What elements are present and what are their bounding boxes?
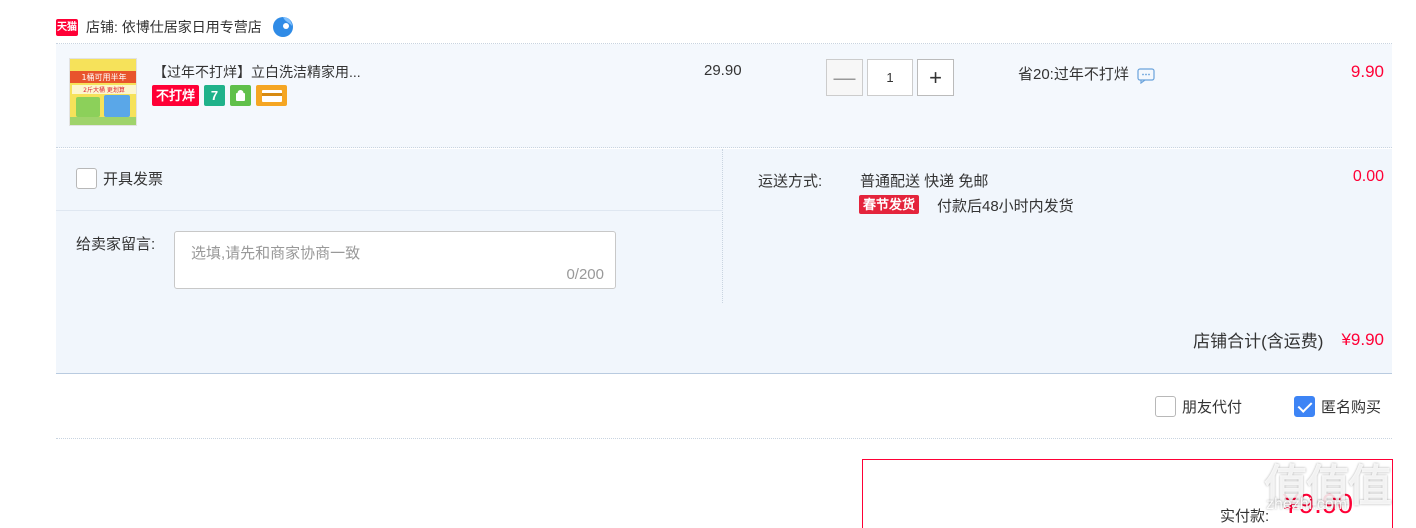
actual-payment-label: 实付款: bbox=[1220, 508, 1270, 525]
shop-header: 天猫 店铺: 依博仕居家日用专营店 bbox=[56, 12, 294, 42]
shipping-fee: 0.00 bbox=[1352, 168, 1384, 185]
shop-name-link[interactable]: 店铺: 依博仕居家日用专营店 bbox=[86, 17, 262, 37]
unit-price: 29.90 bbox=[704, 62, 742, 79]
no-closing-badge: 不打烊 bbox=[152, 85, 200, 106]
product-thumbnail[interactable]: 1桶可用半年 2斤大桶 更划算 bbox=[69, 58, 137, 126]
friend-pay-label[interactable]: 朋友代付 bbox=[1182, 396, 1242, 417]
message-label: 给卖家留言: bbox=[76, 236, 156, 253]
decrease-quantity-button[interactable]: — bbox=[826, 59, 863, 96]
shipping-label: 运送方式: bbox=[758, 173, 823, 190]
invoice-label: 开具发票 bbox=[103, 171, 164, 188]
spring-festival-shipping-badge: 春节发货 bbox=[859, 195, 920, 214]
product-title-link[interactable]: 【过年不打烊】立白洗洁精家用... bbox=[153, 62, 361, 82]
shop-total: 店铺合计(含运费) ¥9.90 bbox=[1193, 327, 1384, 352]
item-subtotal: 9.90 bbox=[1350, 62, 1384, 81]
wangwang-chat-icon[interactable] bbox=[272, 16, 294, 38]
seller-message-textarea[interactable]: 选填,请先和商家协商一致 0/200 bbox=[174, 231, 616, 289]
order-options: 开具发票 给卖家留言: 选填,请先和商家协商一致 0/200 运送方式: 普通配… bbox=[56, 149, 1392, 303]
tmall-logo: 天猫 bbox=[56, 18, 78, 36]
shop-total-value: ¥9.90 bbox=[1341, 329, 1384, 349]
options-divider bbox=[56, 210, 723, 211]
shipping-note: 付款后48小时内发货 bbox=[937, 198, 1074, 215]
site-watermark-url: zhezhi.com bbox=[1266, 496, 1347, 513]
svg-text:1桶可用半年: 1桶可用半年 bbox=[81, 72, 126, 82]
friend-pay-checkbox[interactable] bbox=[1155, 396, 1176, 417]
payment-extras: 朋友代付 匿名购买 bbox=[1155, 396, 1381, 417]
seven-day-return-icon: 7 bbox=[204, 85, 226, 106]
shipping-method: 普通配送 快递 免邮 bbox=[860, 173, 989, 190]
quantity-input[interactable]: 1 bbox=[867, 59, 913, 96]
buyer-options: 开具发票 给卖家留言: 选填,请先和商家协商一致 0/200 bbox=[56, 149, 723, 303]
invoice-checkbox[interactable] bbox=[76, 168, 97, 189]
promotion-info: 省20:过年不打烊 bbox=[1018, 62, 1155, 84]
comment-icon[interactable] bbox=[1137, 68, 1155, 84]
service-badges: 不打烊 7 bbox=[152, 85, 288, 106]
message-placeholder: 选填,请先和商家协商一致 bbox=[191, 245, 361, 262]
invoice-option[interactable]: 开具发票 bbox=[76, 168, 163, 189]
quantity-stepper: — 1 + bbox=[826, 59, 954, 96]
shop-total-bar: 店铺合计(含运费) ¥9.90 bbox=[56, 303, 1392, 374]
increase-quantity-button[interactable]: + bbox=[917, 59, 954, 96]
order-item-row: 1桶可用半年 2斤大桶 更划算 【过年不打烊】立白洗洁精家用... 不打烊 7 … bbox=[56, 44, 1392, 148]
anonymous-purchase-label[interactable]: 匿名购买 bbox=[1321, 396, 1381, 417]
promotion-text: 省20:过年不打烊 bbox=[1018, 65, 1129, 83]
svg-text:2斤大桶 更划算: 2斤大桶 更划算 bbox=[83, 86, 125, 94]
shop-total-label: 店铺合计(含运费) bbox=[1193, 332, 1324, 351]
android-icon bbox=[230, 85, 252, 106]
message-char-count: 0/200 bbox=[566, 266, 604, 283]
bottom-divider bbox=[56, 438, 1392, 439]
product-image: 1桶可用半年 2斤大桶 更划算 bbox=[70, 59, 136, 125]
card-icon bbox=[256, 85, 288, 106]
anonymous-purchase-checkbox[interactable] bbox=[1294, 396, 1316, 417]
